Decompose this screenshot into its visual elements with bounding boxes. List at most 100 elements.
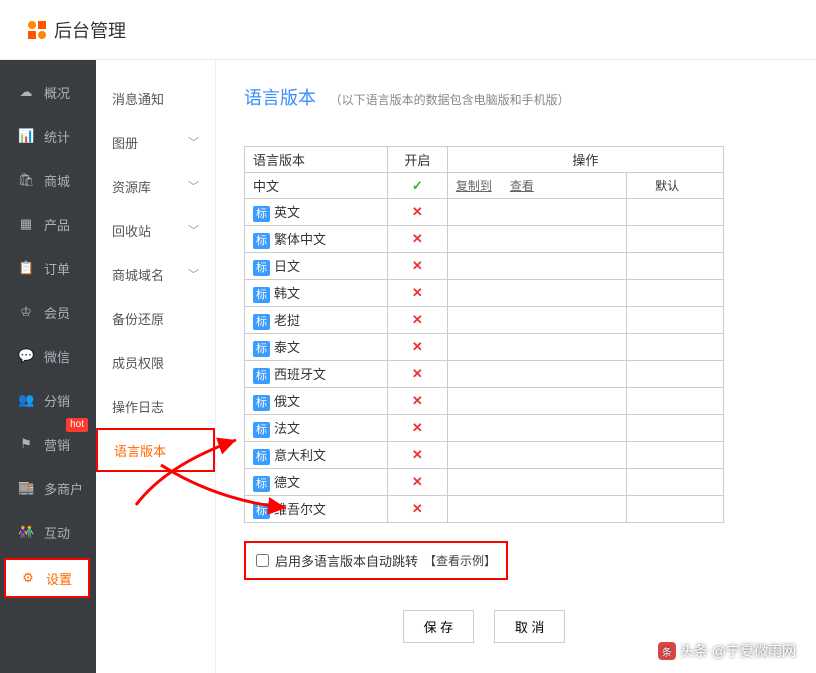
lang-name: 维吾尔文 xyxy=(274,502,326,517)
nav-item-5[interactable]: ♔会员 xyxy=(0,290,96,334)
lang-cell[interactable]: 中文 xyxy=(245,173,388,199)
ops-cell2 xyxy=(627,415,724,442)
lang-cell[interactable]: 标维吾尔文 xyxy=(245,496,388,523)
subnav-item-4[interactable]: 商城域名﹀ xyxy=(96,252,215,296)
table-row: 标老挝 ✕ xyxy=(245,307,724,334)
nav-item-10[interactable]: 👫互动 xyxy=(0,510,96,554)
view-example-link[interactable]: 【查看示例】 xyxy=(424,552,496,569)
lang-name: 意大利文 xyxy=(274,448,326,463)
ops-cell xyxy=(447,361,626,388)
auto-jump-box: 启用多语言版本自动跳转 【查看示例】 xyxy=(244,541,508,580)
enable-cell[interactable]: ✓ xyxy=(387,173,447,199)
default-cell: 默认 xyxy=(627,173,724,199)
enable-cell[interactable]: ✕ xyxy=(387,307,447,334)
std-badge: 标 xyxy=(253,287,270,303)
nav-icon: ⚑ xyxy=(18,436,34,452)
enable-cell[interactable]: ✕ xyxy=(387,415,447,442)
lang-cell[interactable]: 标英文 xyxy=(245,199,388,226)
nav-item-7[interactable]: 👥 分销 xyxy=(0,378,96,422)
nav-icon: 👥 xyxy=(18,392,34,408)
nav-item-9[interactable]: 🏬 多商户 xyxy=(0,466,96,510)
nav-item-6[interactable]: 💬微信 xyxy=(0,334,96,378)
nav-label: 互动 xyxy=(44,523,70,542)
subnav-item-1[interactable]: 图册﹀ xyxy=(96,120,215,164)
subnav-item-0[interactable]: 消息通知 xyxy=(96,76,215,120)
enable-cell[interactable]: ✕ xyxy=(387,253,447,280)
lang-cell[interactable]: 标法文 xyxy=(245,415,388,442)
nav-icon: 🛍 xyxy=(18,172,34,188)
enable-cell[interactable]: ✕ xyxy=(387,199,447,226)
ops-cell2 xyxy=(627,334,724,361)
lang-cell[interactable]: 标西班牙文 xyxy=(245,361,388,388)
subnav-label: 资源库 xyxy=(112,177,151,196)
subnav-item-3[interactable]: 回收站﹀ xyxy=(96,208,215,252)
nav-label: 产品 xyxy=(44,215,70,234)
nav-icon: ☁ xyxy=(18,84,34,100)
lang-cell[interactable]: 标日文 xyxy=(245,253,388,280)
nav-item-3[interactable]: ▦ 产品 xyxy=(0,202,96,246)
nav-label: 订单 xyxy=(44,259,70,278)
cross-icon: ✕ xyxy=(412,447,423,462)
nav-icon: 🏬 xyxy=(18,480,34,496)
nav-item-1[interactable]: 📊统计 xyxy=(0,114,96,158)
enable-cell[interactable]: ✕ xyxy=(387,469,447,496)
ops-cell2 xyxy=(627,388,724,415)
nav-label: 分销 xyxy=(44,391,70,410)
nav-label: 多商户 xyxy=(44,479,83,498)
subnav-item-2[interactable]: 资源库 ﹀ xyxy=(96,164,215,208)
ops-cell2 xyxy=(627,469,724,496)
ops-cell2 xyxy=(627,496,724,523)
enable-cell[interactable]: ✕ xyxy=(387,361,447,388)
table-row: 标英文✕ xyxy=(245,199,724,226)
enable-cell[interactable]: ✕ xyxy=(387,226,447,253)
view-link[interactable]: 查看 xyxy=(510,179,534,193)
th-ops: 操作 xyxy=(447,147,723,173)
auto-jump-checkbox[interactable] xyxy=(256,554,269,567)
lang-cell[interactable]: 标繁体中文 xyxy=(245,226,388,253)
cross-icon: ✕ xyxy=(412,420,423,435)
nav-item-11[interactable]: ⚙ 设置 xyxy=(4,558,90,598)
nav-icon: 📋 xyxy=(18,260,34,276)
subnav-label: 回收站 xyxy=(112,221,151,240)
enable-cell[interactable]: ✕ xyxy=(387,280,447,307)
ops-cell xyxy=(447,199,626,226)
enable-cell[interactable]: ✕ xyxy=(387,496,447,523)
ops-cell xyxy=(447,388,626,415)
std-badge: 标 xyxy=(253,395,270,411)
cross-icon: ✕ xyxy=(412,312,423,327)
lang-cell[interactable]: 标德文 xyxy=(245,469,388,496)
subnav-item-7[interactable]: 操作日志 xyxy=(96,384,215,428)
watermark-icon: 条 xyxy=(658,642,676,660)
ops-cell2 xyxy=(627,442,724,469)
enable-cell[interactable]: ✕ xyxy=(387,334,447,361)
save-button[interactable]: 保 存 xyxy=(403,610,475,643)
enable-cell[interactable]: ✕ xyxy=(387,442,447,469)
table-row: 标法文 ✕ xyxy=(245,415,724,442)
lang-cell[interactable]: 标韩文 xyxy=(245,280,388,307)
nav-item-2[interactable]: 🛍 商城 xyxy=(0,158,96,202)
nav-icon: 📊 xyxy=(18,128,34,144)
nav-item-8[interactable]: ⚑营销hot xyxy=(0,422,96,466)
copy-link[interactable]: 复制到 xyxy=(456,179,492,193)
nav-icon: ▦ xyxy=(18,216,34,232)
std-badge: 标 xyxy=(253,503,270,519)
cross-icon: ✕ xyxy=(412,393,423,408)
lang-cell[interactable]: 标老挝 xyxy=(245,307,388,334)
lang-cell[interactable]: 标泰文 xyxy=(245,334,388,361)
std-badge: 标 xyxy=(253,260,270,276)
nav-item-0[interactable]: ☁概况 xyxy=(0,70,96,114)
nav-label: 商城 xyxy=(44,171,70,190)
ops-cell xyxy=(447,253,626,280)
nav-item-4[interactable]: 📋 订单 xyxy=(0,246,96,290)
nav-label: 设置 xyxy=(46,569,72,588)
subnav-item-8[interactable]: 语言版本 xyxy=(96,428,215,472)
subnav-item-6[interactable]: 成员权限 xyxy=(96,340,215,384)
ops-cell xyxy=(447,496,626,523)
lang-cell[interactable]: 标俄文 xyxy=(245,388,388,415)
nav-icon: ⚙ xyxy=(20,570,36,586)
chevron-down-icon: ﹀ xyxy=(188,178,199,194)
enable-cell[interactable]: ✕ xyxy=(387,388,447,415)
cancel-button[interactable]: 取 消 xyxy=(494,610,566,643)
lang-cell[interactable]: 标意大利文 xyxy=(245,442,388,469)
subnav-item-5[interactable]: 备份还原 xyxy=(96,296,215,340)
